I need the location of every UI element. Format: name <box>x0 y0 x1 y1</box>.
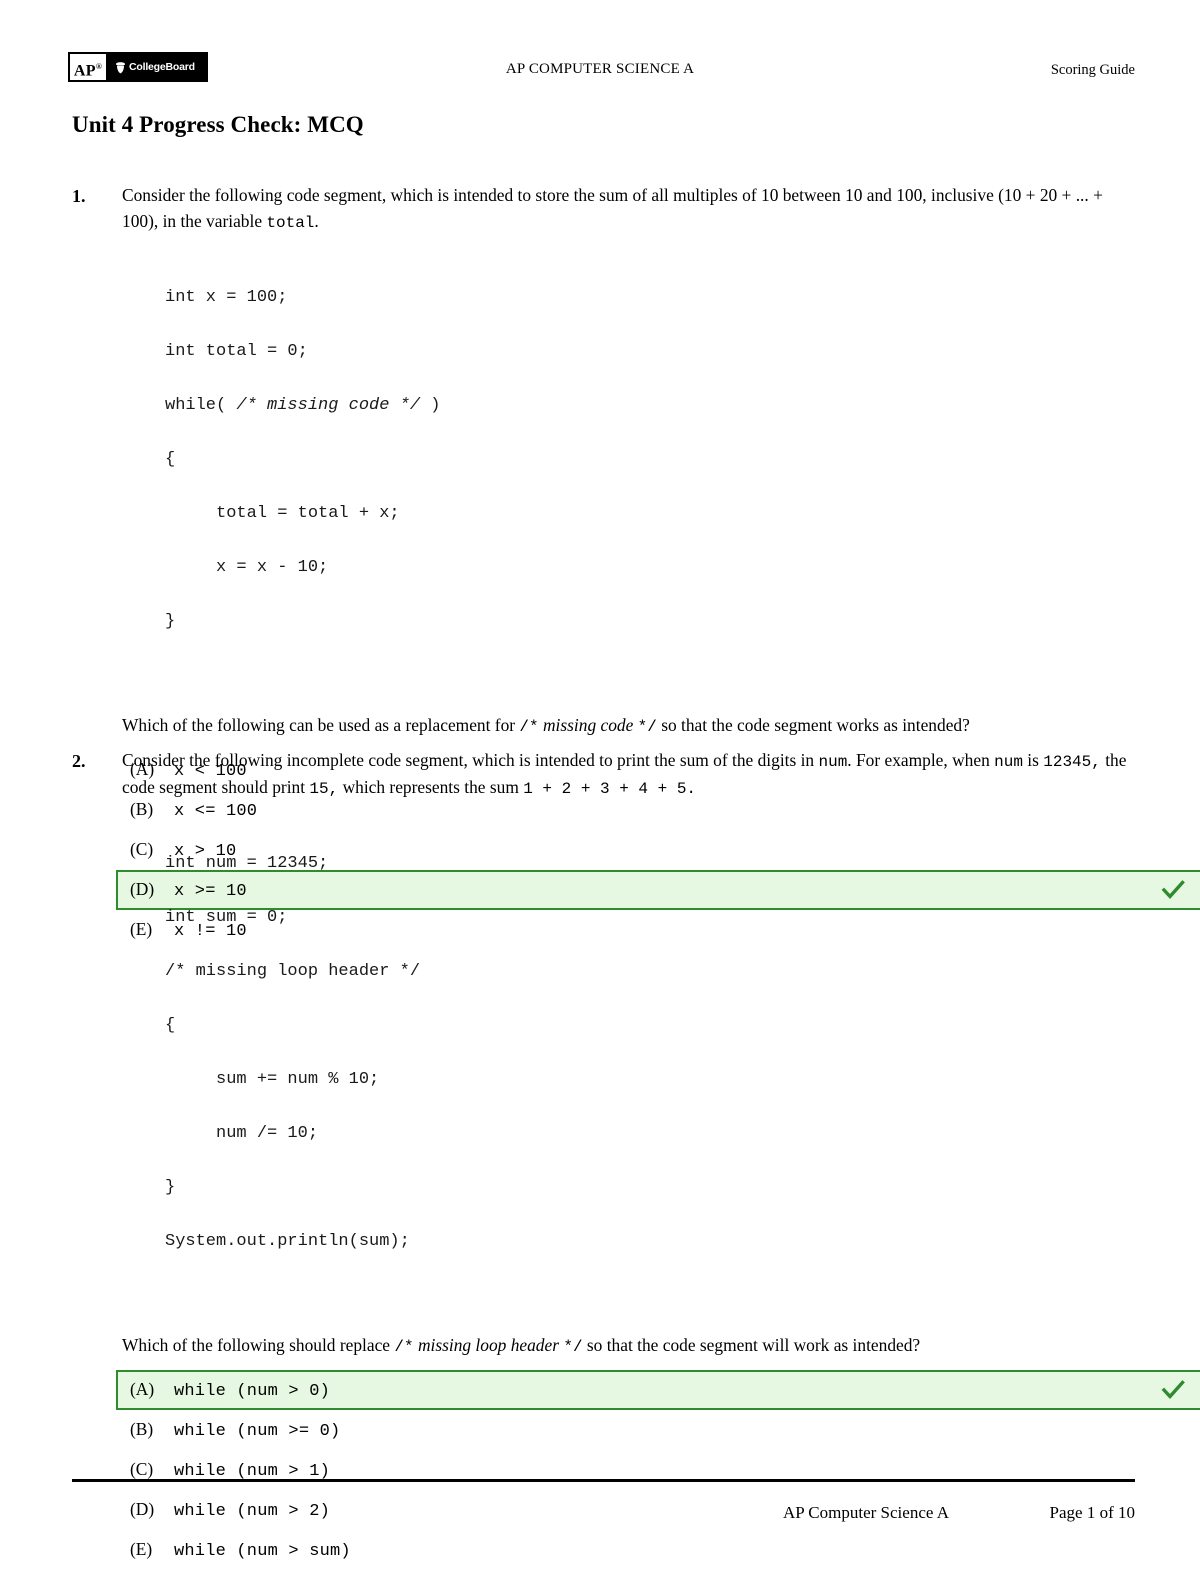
choice-letter: (C) <box>130 1459 154 1480</box>
code-line: x = x - 10; <box>165 558 329 578</box>
code-line: num /= 10; <box>165 1124 319 1144</box>
code-line: int sum = 0; <box>165 908 288 928</box>
choice-letter: (B) <box>130 1419 154 1440</box>
question-2-stem-mono-sum-expr: 1 + 2 + 3 + 4 + 5. <box>523 779 697 798</box>
question-2-stem: Consider the following incomplete code s… <box>122 748 1136 801</box>
code-line: int x = 100; <box>165 288 288 308</box>
code-line: } <box>165 612 176 632</box>
choice-text: while (num > 0) <box>174 1382 331 1402</box>
question-1-prompt-before: Which of the following can be used as a … <box>122 715 520 736</box>
question-2-prompt-comment-open: /* <box>394 1338 414 1357</box>
code-line: sum += num % 10; <box>165 1070 380 1090</box>
question-2-prompt-comment-text: missing loop header <box>417 1335 559 1356</box>
question-1-number: 1. <box>72 186 86 206</box>
missing-code-comment: /* missing code */ <box>236 396 421 416</box>
footer-divider <box>72 1479 1135 1482</box>
code-line: int num = 12345; <box>165 854 329 874</box>
question-2-choices: (A) while (num > 0) (B) while (num >= 0)… <box>116 1370 1200 1570</box>
choice-text: while (num > sum) <box>174 1542 351 1562</box>
question-2-prompt-before: Which of the following should replace <box>122 1335 395 1356</box>
header-document-type: Scoring Guide <box>1050 62 1135 78</box>
code-line: } <box>165 1178 176 1198</box>
code-line: int total = 0; <box>165 342 308 362</box>
choice-letter: (A) <box>130 1379 155 1400</box>
code-line: while( /* missing code */ ) <box>165 396 441 416</box>
question-2-prompt-comment-close: */ <box>563 1338 583 1357</box>
question-2-stem-mono-15: 15, <box>309 779 339 798</box>
question-1-stem-mono-total: total <box>266 213 315 232</box>
question-1-stem: Consider the following code segment, whi… <box>122 183 1136 235</box>
missing-loop-header-comment: /* missing loop header */ <box>165 962 421 982</box>
page-header: AP® CollegeBoard AP COMPUTER SCIENCE A S… <box>0 0 1200 96</box>
choice-2-e[interactable]: (E) while (num > sum) <box>116 1530 1200 1570</box>
correct-answer-check-icon <box>1161 880 1185 900</box>
question-2: 2. Consider the following incomplete cod… <box>72 748 1200 1570</box>
code-line: { <box>165 450 176 470</box>
code-line: { <box>165 1016 176 1036</box>
question-2-code-block: int num = 12345; int sum = 0; /* missing… <box>165 823 1136 1309</box>
question-2-prompt: Which of the following should replace /*… <box>122 1333 1136 1360</box>
question-2-stem-mono-num-1: num <box>818 753 848 771</box>
question-2-stem-mono-12345: 12345, <box>1043 753 1101 771</box>
question-1-stem-text-b: . <box>314 210 319 231</box>
question-1-prompt-comment-open: /* <box>519 718 539 737</box>
correct-answer-check-icon <box>1161 1380 1185 1400</box>
header-course-title: AP COMPUTER SCIENCE A <box>505 61 695 77</box>
footer-page-number: Page 1 of 10 <box>1049 1503 1135 1522</box>
question-2-stem-text-e: which represents the sum <box>338 776 524 797</box>
question-1-code-block: int x = 100; int total = 0; while( /* mi… <box>165 257 1136 689</box>
page-footer: AP Computer Science A Page 1 of 10 <box>72 1503 1135 1533</box>
choice-text: while (num >= 0) <box>174 1422 341 1442</box>
question-2-stem-mono-num-2: num <box>994 753 1023 771</box>
choice-2-a[interactable]: (A) while (num > 0) <box>116 1370 1200 1411</box>
question-2-number: 2. <box>72 751 86 771</box>
question-1-prompt: Which of the following can be used as a … <box>122 713 1136 740</box>
question-2-stem-text-b: . For example, when <box>847 750 995 770</box>
question-2-prompt-after: so that the code segment will work as in… <box>582 1335 921 1356</box>
choice-letter: (E) <box>130 1539 153 1560</box>
choice-2-b[interactable]: (B) while (num >= 0) <box>116 1410 1200 1450</box>
question-2-stem-text-a: Consider the following incomplete code s… <box>122 750 819 770</box>
code-line: System.out.println(sum); <box>165 1232 410 1252</box>
question-1-prompt-comment-text: missing code <box>542 715 634 736</box>
scoring-guide-page: AP® CollegeBoard AP COMPUTER SCIENCE A S… <box>0 0 1200 1561</box>
footer-course-name: AP Computer Science A <box>782 1503 949 1522</box>
question-1-prompt-comment-close: */ <box>637 718 657 737</box>
question-2-stem-text-c: is <box>1022 750 1044 770</box>
question-1-prompt-after: so that the code segment works as intend… <box>656 715 970 736</box>
page-title: Unit 4 Progress Check: MCQ <box>72 112 364 137</box>
choice-2-c[interactable]: (C) while (num > 1) <box>116 1450 1200 1490</box>
code-line: total = total + x; <box>165 504 400 524</box>
